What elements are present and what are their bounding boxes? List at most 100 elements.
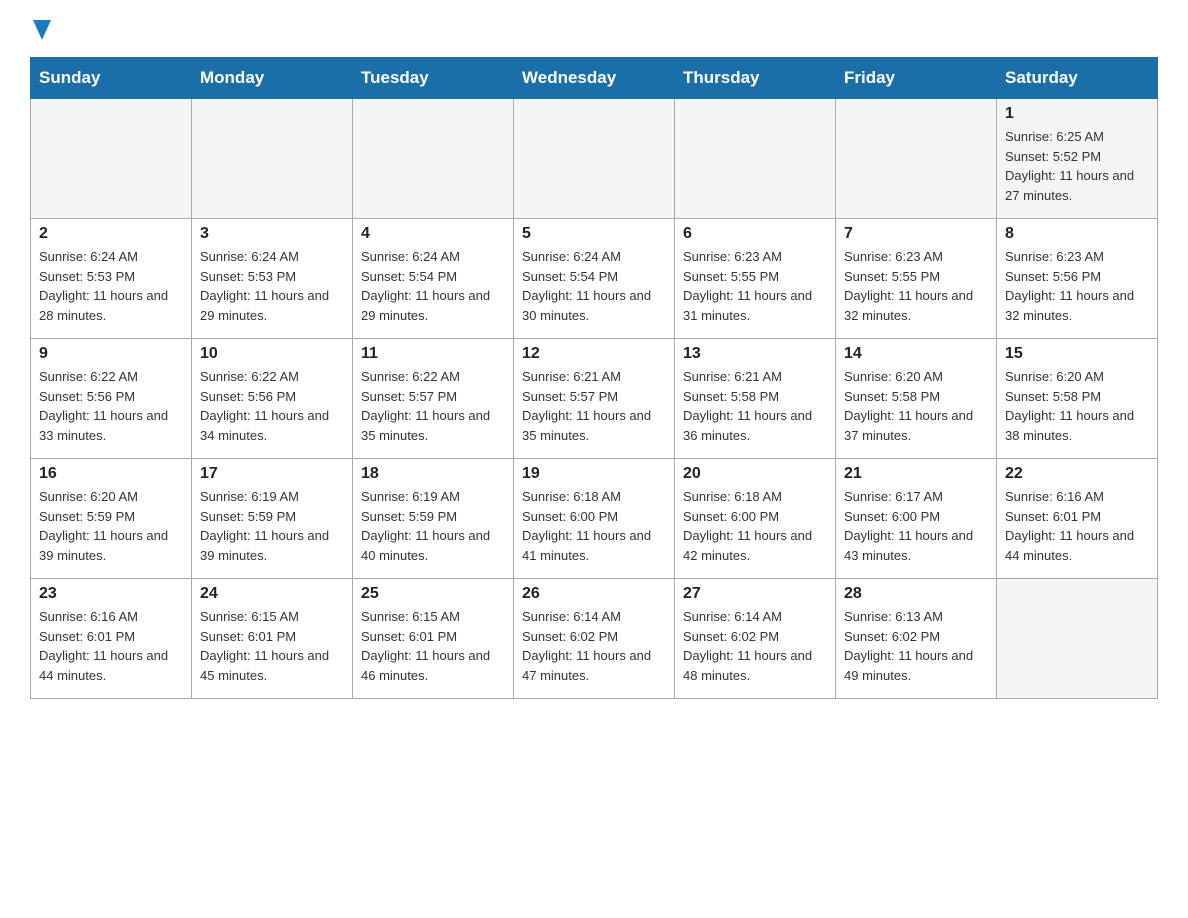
day-info: Sunrise: 6:15 AM Sunset: 6:01 PM Dayligh… [200, 607, 344, 685]
table-row [31, 99, 192, 219]
table-row: 13 Sunrise: 6:21 AM Sunset: 5:58 PM Dayli… [675, 339, 836, 459]
day-number: 13 [683, 345, 827, 363]
day-info: Sunrise: 6:16 AM Sunset: 6:01 PM Dayligh… [39, 607, 183, 685]
table-row: 19 Sunrise: 6:18 AM Sunset: 6:00 PM Dayli… [514, 459, 675, 579]
day-number: 15 [1005, 345, 1149, 363]
day-number: 14 [844, 345, 988, 363]
logo-arrow-icon [33, 20, 51, 45]
day-info: Sunrise: 6:20 AM Sunset: 5:58 PM Dayligh… [1005, 367, 1149, 445]
table-row: 7 Sunrise: 6:23 AM Sunset: 5:55 PM Daylig… [836, 219, 997, 339]
day-info: Sunrise: 6:20 AM Sunset: 5:58 PM Dayligh… [844, 367, 988, 445]
day-info: Sunrise: 6:24 AM Sunset: 5:54 PM Dayligh… [522, 247, 666, 325]
day-info: Sunrise: 6:23 AM Sunset: 5:56 PM Dayligh… [1005, 247, 1149, 325]
day-info: Sunrise: 6:23 AM Sunset: 5:55 PM Dayligh… [844, 247, 988, 325]
day-info: Sunrise: 6:23 AM Sunset: 5:55 PM Dayligh… [683, 247, 827, 325]
calendar-week-row: 1 Sunrise: 6:25 AM Sunset: 5:52 PM Daylig… [31, 99, 1158, 219]
day-info: Sunrise: 6:21 AM Sunset: 5:58 PM Dayligh… [683, 367, 827, 445]
day-number: 19 [522, 465, 666, 483]
day-number: 22 [1005, 465, 1149, 483]
day-info: Sunrise: 6:17 AM Sunset: 6:00 PM Dayligh… [844, 487, 988, 565]
day-number: 21 [844, 465, 988, 483]
day-number: 6 [683, 225, 827, 243]
table-row: 3 Sunrise: 6:24 AM Sunset: 5:53 PM Daylig… [192, 219, 353, 339]
day-info: Sunrise: 6:25 AM Sunset: 5:52 PM Dayligh… [1005, 127, 1149, 205]
day-number: 11 [361, 345, 505, 363]
table-row [836, 99, 997, 219]
day-info: Sunrise: 6:13 AM Sunset: 6:02 PM Dayligh… [844, 607, 988, 685]
day-number: 3 [200, 225, 344, 243]
table-row: 16 Sunrise: 6:20 AM Sunset: 5:59 PM Dayli… [31, 459, 192, 579]
day-number: 24 [200, 585, 344, 603]
day-info: Sunrise: 6:22 AM Sunset: 5:56 PM Dayligh… [200, 367, 344, 445]
day-number: 17 [200, 465, 344, 483]
day-number: 25 [361, 585, 505, 603]
day-info: Sunrise: 6:24 AM Sunset: 5:53 PM Dayligh… [200, 247, 344, 325]
calendar-table: Sunday Monday Tuesday Wednesday Thursday… [30, 57, 1158, 699]
logo [30, 20, 51, 47]
day-number: 5 [522, 225, 666, 243]
day-number: 18 [361, 465, 505, 483]
day-number: 9 [39, 345, 183, 363]
table-row [192, 99, 353, 219]
table-row: 24 Sunrise: 6:15 AM Sunset: 6:01 PM Dayli… [192, 579, 353, 699]
table-row: 6 Sunrise: 6:23 AM Sunset: 5:55 PM Daylig… [675, 219, 836, 339]
day-number: 7 [844, 225, 988, 243]
table-row [353, 99, 514, 219]
day-info: Sunrise: 6:24 AM Sunset: 5:53 PM Dayligh… [39, 247, 183, 325]
table-row: 11 Sunrise: 6:22 AM Sunset: 5:57 PM Dayli… [353, 339, 514, 459]
day-info: Sunrise: 6:22 AM Sunset: 5:56 PM Dayligh… [39, 367, 183, 445]
day-number: 20 [683, 465, 827, 483]
table-row: 2 Sunrise: 6:24 AM Sunset: 5:53 PM Daylig… [31, 219, 192, 339]
day-info: Sunrise: 6:18 AM Sunset: 6:00 PM Dayligh… [522, 487, 666, 565]
table-row: 12 Sunrise: 6:21 AM Sunset: 5:57 PM Dayli… [514, 339, 675, 459]
table-row: 15 Sunrise: 6:20 AM Sunset: 5:58 PM Dayli… [997, 339, 1158, 459]
day-number: 8 [1005, 225, 1149, 243]
col-wednesday: Wednesday [514, 58, 675, 99]
table-row: 18 Sunrise: 6:19 AM Sunset: 5:59 PM Dayli… [353, 459, 514, 579]
table-row: 5 Sunrise: 6:24 AM Sunset: 5:54 PM Daylig… [514, 219, 675, 339]
day-info: Sunrise: 6:24 AM Sunset: 5:54 PM Dayligh… [361, 247, 505, 325]
table-row [514, 99, 675, 219]
day-info: Sunrise: 6:22 AM Sunset: 5:57 PM Dayligh… [361, 367, 505, 445]
day-number: 23 [39, 585, 183, 603]
col-saturday: Saturday [997, 58, 1158, 99]
calendar-week-row: 2 Sunrise: 6:24 AM Sunset: 5:53 PM Daylig… [31, 219, 1158, 339]
day-number: 1 [1005, 105, 1149, 123]
day-number: 26 [522, 585, 666, 603]
calendar-week-row: 23 Sunrise: 6:16 AM Sunset: 6:01 PM Dayli… [31, 579, 1158, 699]
col-sunday: Sunday [31, 58, 192, 99]
day-number: 28 [844, 585, 988, 603]
table-row: 9 Sunrise: 6:22 AM Sunset: 5:56 PM Daylig… [31, 339, 192, 459]
table-row: 23 Sunrise: 6:16 AM Sunset: 6:01 PM Dayli… [31, 579, 192, 699]
day-number: 16 [39, 465, 183, 483]
day-info: Sunrise: 6:18 AM Sunset: 6:00 PM Dayligh… [683, 487, 827, 565]
table-row: 8 Sunrise: 6:23 AM Sunset: 5:56 PM Daylig… [997, 219, 1158, 339]
day-number: 4 [361, 225, 505, 243]
day-info: Sunrise: 6:19 AM Sunset: 5:59 PM Dayligh… [361, 487, 505, 565]
table-row: 4 Sunrise: 6:24 AM Sunset: 5:54 PM Daylig… [353, 219, 514, 339]
table-row: 1 Sunrise: 6:25 AM Sunset: 5:52 PM Daylig… [997, 99, 1158, 219]
table-row [675, 99, 836, 219]
col-friday: Friday [836, 58, 997, 99]
day-number: 10 [200, 345, 344, 363]
day-info: Sunrise: 6:14 AM Sunset: 6:02 PM Dayligh… [683, 607, 827, 685]
table-row: 20 Sunrise: 6:18 AM Sunset: 6:00 PM Dayli… [675, 459, 836, 579]
day-info: Sunrise: 6:20 AM Sunset: 5:59 PM Dayligh… [39, 487, 183, 565]
day-number: 12 [522, 345, 666, 363]
day-number: 2 [39, 225, 183, 243]
col-monday: Monday [192, 58, 353, 99]
table-row: 27 Sunrise: 6:14 AM Sunset: 6:02 PM Dayli… [675, 579, 836, 699]
calendar-week-row: 16 Sunrise: 6:20 AM Sunset: 5:59 PM Dayli… [31, 459, 1158, 579]
day-number: 27 [683, 585, 827, 603]
col-tuesday: Tuesday [353, 58, 514, 99]
calendar-week-row: 9 Sunrise: 6:22 AM Sunset: 5:56 PM Daylig… [31, 339, 1158, 459]
table-row: 14 Sunrise: 6:20 AM Sunset: 5:58 PM Dayli… [836, 339, 997, 459]
table-row: 17Sunrise: 6:19 AM Sunset: 5:59 PM Dayli… [192, 459, 353, 579]
day-info: Sunrise: 6:21 AM Sunset: 5:57 PM Dayligh… [522, 367, 666, 445]
col-thursday: Thursday [675, 58, 836, 99]
table-row: 28 Sunrise: 6:13 AM Sunset: 6:02 PM Dayli… [836, 579, 997, 699]
page-header [30, 20, 1158, 47]
table-row: 22Sunrise: 6:16 AM Sunset: 6:01 PM Dayli… [997, 459, 1158, 579]
table-row: 21 Sunrise: 6:17 AM Sunset: 6:00 PM Dayli… [836, 459, 997, 579]
table-row: 26Sunrise: 6:14 AM Sunset: 6:02 PM Dayli… [514, 579, 675, 699]
